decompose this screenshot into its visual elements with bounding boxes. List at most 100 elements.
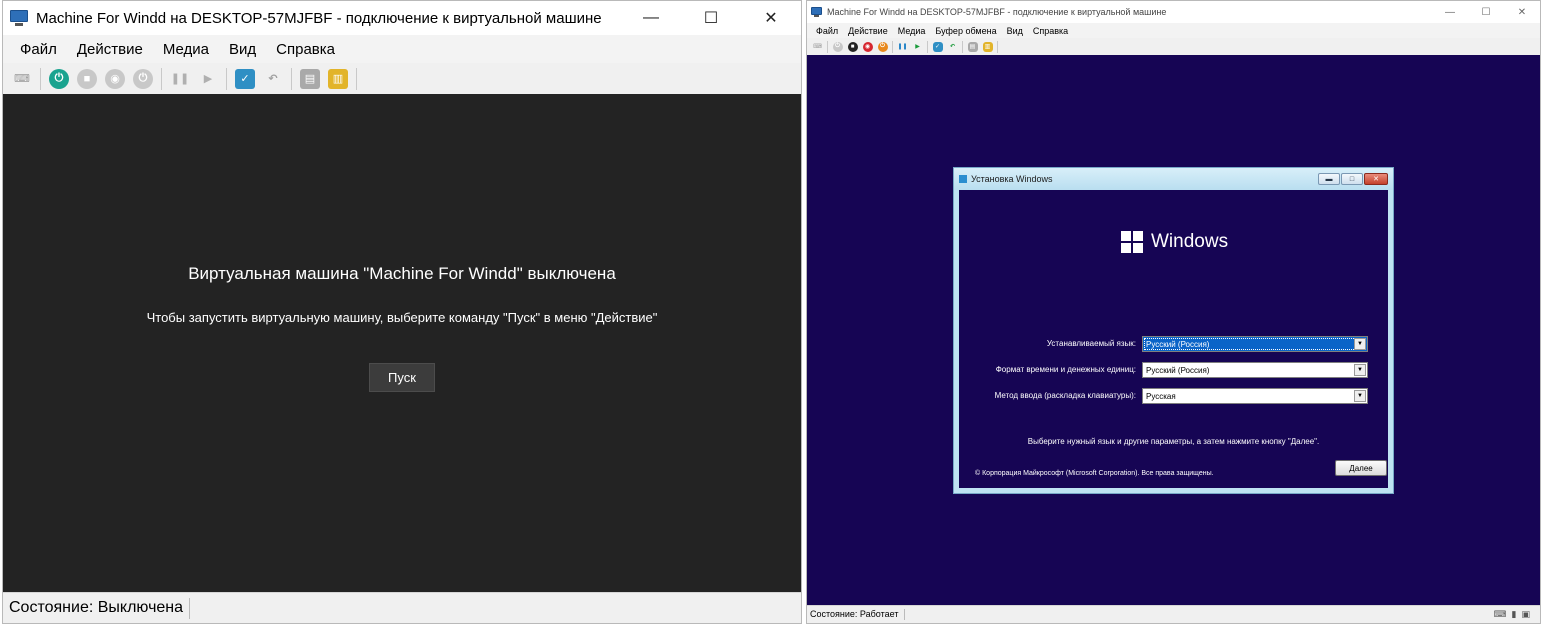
minimize-button[interactable]: — (1432, 1, 1468, 23)
keyboard-select[interactable]: Русская ▼ (1142, 388, 1368, 404)
menu-media[interactable]: Медиа (898, 26, 926, 36)
reset-icon[interactable]: ▶ (913, 42, 923, 52)
menu-help[interactable]: Справка (1033, 26, 1068, 36)
vm-screen[interactable]: Установка Windows ▬ □ ✕ Windows Устанавл… (807, 55, 1540, 606)
format-label: Формат времени и денежных единиц: (995, 365, 1136, 374)
copyright-text: © Корпорация Майкрософт (Microsoft Corpo… (975, 470, 1214, 477)
setup-title: Установка Windows (971, 174, 1053, 184)
menu-view[interactable]: Вид (229, 41, 256, 58)
shutdown-icon[interactable]: ◉ (105, 68, 125, 89)
toolbar-separator (827, 40, 828, 53)
chevron-down-icon[interactable]: ▼ (1354, 390, 1366, 402)
toolbar-separator (356, 67, 357, 90)
vm-monitor-icon (811, 7, 822, 17)
format-value: Русский (Россия) (1146, 365, 1210, 375)
share-icon[interactable]: ▥ (982, 41, 993, 52)
format-select[interactable]: Русский (Россия) ▼ (1142, 362, 1368, 378)
keyboard-indicator-icon: ⌨ (1493, 609, 1507, 619)
lock-indicator-icon: ▣ (1521, 609, 1530, 619)
windows-setup-dialog: Установка Windows ▬ □ ✕ Windows Устанавл… (953, 167, 1394, 494)
setup-close-button[interactable]: ✕ (1364, 173, 1388, 185)
setup-hint: Выберите нужный язык и другие параметры,… (1027, 437, 1320, 446)
toolbar-separator (161, 67, 162, 90)
shutdown-icon[interactable]: ◉ (862, 41, 873, 52)
turn-off-icon[interactable]: ■ (847, 41, 858, 52)
status-bar: Состояние: Работает ⌨ ▮ ▣ (807, 605, 1540, 623)
toolbar: ⌨ ⏻ ■ ◉ ⏻ ❚❚ ▶ ✓ ↶ ▤ ▥ (807, 38, 1540, 55)
menu-bar: Файл Действие Медиа Вид Справка (3, 35, 801, 63)
toolbar-separator (962, 40, 963, 53)
vm-screen[interactable]: Виртуальная машина "Machine For Windd" в… (3, 94, 801, 593)
menu-bar: Файл Действие Медиа Буфер обмена Вид Спр… (807, 23, 1540, 38)
start-icon[interactable]: ⏻ (832, 41, 843, 52)
chevron-down-icon[interactable]: ▼ (1354, 364, 1366, 376)
windows-logo-icon (1121, 231, 1143, 253)
toolbar-separator (997, 40, 998, 53)
toolbar-separator (226, 67, 227, 90)
status-bar: Состояние: Выключена (3, 592, 801, 623)
enhanced-session-icon[interactable]: ▤ (300, 68, 320, 89)
minimize-button[interactable]: — (621, 1, 681, 35)
windows-logo-text: Windows (1151, 231, 1229, 252)
pause-icon[interactable]: ❚❚ (170, 69, 190, 89)
menu-clipboard[interactable]: Буфер обмена (935, 26, 996, 36)
share-icon[interactable]: ▥ (328, 68, 348, 89)
setup-body: Windows Устанавливаемый язык: Русский (Р… (959, 190, 1388, 488)
mouse-indicator-icon: ▮ (1511, 609, 1517, 619)
vm-connection-window-running: Machine For Windd на DESKTOP-57MJFBF - п… (806, 0, 1541, 624)
menu-action[interactable]: Действие (848, 26, 888, 36)
vm-off-hint: Чтобы запустить виртуальную машину, выбе… (146, 310, 658, 325)
start-icon[interactable]: ⏻ (49, 68, 69, 89)
windows-logo: Windows (1121, 231, 1228, 253)
chevron-down-icon[interactable]: ▼ (1354, 338, 1366, 350)
vm-connection-window-off: Machine For Windd на DESKTOP-57MJFBF - п… (2, 0, 802, 624)
window-title: Machine For Windd на DESKTOP-57MJFBF - п… (36, 9, 602, 27)
setup-maximize-button[interactable]: □ (1341, 173, 1363, 185)
vm-monitor-icon (10, 10, 28, 26)
revert-icon[interactable]: ↶ (263, 69, 283, 89)
menu-view[interactable]: Вид (1007, 26, 1023, 36)
vm-off-heading: Виртуальная машина "Machine For Windd" в… (188, 264, 616, 283)
ctrl-alt-del-icon[interactable]: ⌨ (813, 42, 823, 52)
menu-media[interactable]: Медиа (163, 41, 209, 58)
menu-action[interactable]: Действие (77, 41, 143, 58)
setup-minimize-button[interactable]: ▬ (1318, 173, 1340, 185)
revert-icon[interactable]: ↶ (948, 42, 958, 52)
menu-help[interactable]: Справка (276, 41, 335, 58)
checkpoint-icon[interactable]: ✓ (235, 68, 255, 89)
keyboard-row: Метод ввода (раскладка клавиатуры): Русс… (959, 388, 1386, 404)
language-select[interactable]: Русский (Россия) ▼ (1142, 336, 1368, 352)
menu-file[interactable]: Файл (20, 41, 57, 58)
menu-file[interactable]: Файл (816, 26, 838, 36)
save-icon[interactable]: ⏻ (133, 68, 153, 89)
close-button[interactable]: ✕ (1504, 1, 1540, 23)
save-icon[interactable]: ⏻ (877, 41, 888, 52)
title-bar[interactable]: Machine For Windd на DESKTOP-57MJFBF - п… (807, 1, 1540, 23)
setup-icon (959, 175, 967, 183)
format-row: Формат времени и денежных единиц: Русски… (959, 362, 1386, 378)
status-tray: ⌨ ▮ ▣ (1489, 609, 1530, 620)
title-bar[interactable]: Machine For Windd на DESKTOP-57MJFBF - п… (3, 1, 801, 35)
keyboard-value: Русская (1146, 391, 1176, 401)
toolbar-separator (40, 67, 41, 90)
pause-icon[interactable]: ❚❚ (897, 42, 907, 52)
window-title: Machine For Windd на DESKTOP-57MJFBF - п… (827, 7, 1167, 17)
reset-icon[interactable]: ▶ (198, 69, 218, 89)
turn-off-icon[interactable]: ■ (77, 68, 97, 89)
toolbar: ⌨ ⏻ ■ ◉ ⏻ ❚❚ ▶ ✓ ↶ ▤ ▥ (3, 63, 801, 94)
maximize-button[interactable]: ☐ (1468, 1, 1504, 23)
language-label: Устанавливаемый язык: (1046, 339, 1136, 348)
status-text: Состояние: Выключена (9, 597, 191, 619)
enhanced-session-icon[interactable]: ▤ (967, 41, 978, 52)
language-value: Русский (Россия) (1146, 339, 1210, 349)
toolbar-separator (291, 67, 292, 90)
close-button[interactable]: ✕ (741, 1, 801, 35)
language-row: Устанавливаемый язык: Русский (Россия) ▼ (959, 336, 1386, 352)
checkpoint-icon[interactable]: ✓ (932, 41, 943, 52)
keyboard-label: Метод ввода (раскладка клавиатуры): (994, 391, 1136, 400)
toolbar-separator (927, 40, 928, 53)
ctrl-alt-del-icon[interactable]: ⌨ (12, 69, 32, 89)
maximize-button[interactable]: ☐ (681, 1, 741, 35)
start-button[interactable]: Пуск (369, 363, 435, 392)
next-button[interactable]: Далее (1335, 460, 1387, 476)
